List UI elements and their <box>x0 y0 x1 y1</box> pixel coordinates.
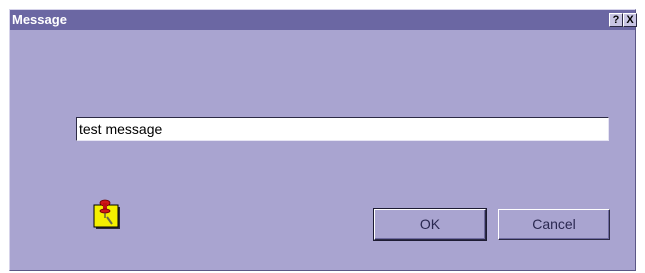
pushpin-note-icon <box>93 199 120 229</box>
help-button[interactable]: ? <box>609 13 623 27</box>
close-button[interactable]: X <box>623 13 637 27</box>
pin-base <box>99 208 111 214</box>
title-bar[interactable]: Message ? X <box>10 10 637 30</box>
message-dialog: Message ? X OK Cancel <box>9 9 637 271</box>
dialog-title: Message <box>12 12 67 27</box>
cancel-button[interactable]: Cancel <box>498 209 610 240</box>
message-input[interactable] <box>76 117 609 141</box>
ok-button[interactable]: OK <box>373 208 487 241</box>
